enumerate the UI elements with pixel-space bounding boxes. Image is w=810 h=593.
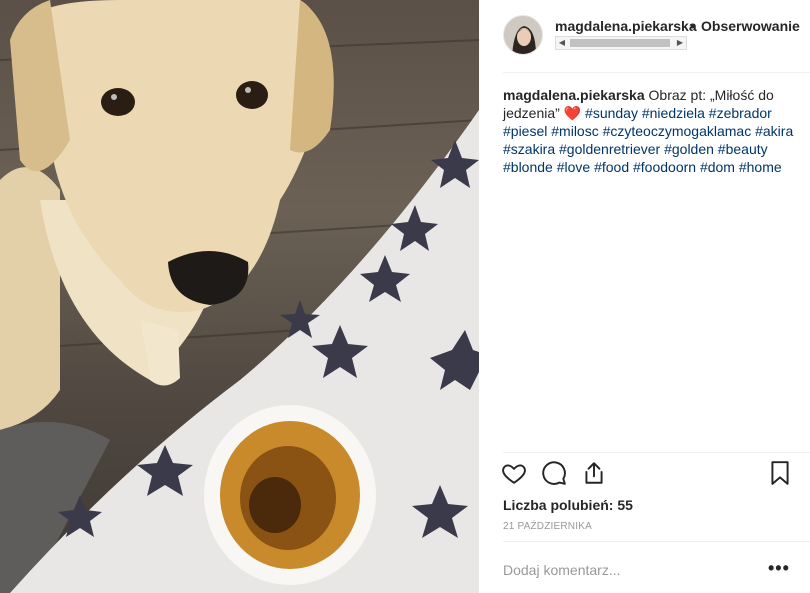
post-caption: magdalena.piekarska Obraz pt: „Miłość do… [503,86,803,176]
share-icon [585,462,603,484]
comment-button[interactable] [539,458,569,488]
post-side-panel: magdalena.piekarska • Obserwowanie ◀ ▶ m… [479,0,810,593]
avatar-image [504,16,542,54]
bookmark-icon [771,461,789,485]
more-options-button[interactable]: ••• [768,558,790,579]
comment-input[interactable] [503,560,743,580]
header-separator: • [690,18,695,34]
follow-button[interactable]: Obserwowanie [701,18,800,34]
username-link[interactable]: magdalena.piekarska [555,18,697,34]
save-button[interactable] [765,458,795,488]
speech-bubble-icon [542,461,566,485]
scroll-left-arrow-icon[interactable]: ◀ [556,37,568,49]
like-button[interactable] [499,458,529,488]
avatar[interactable] [503,15,543,55]
action-bar [479,458,810,492]
scrollbar-thumb[interactable] [570,39,670,47]
share-button[interactable] [579,458,609,488]
caption-username-link[interactable]: magdalena.piekarska [503,87,645,103]
actions-divider [503,452,810,453]
heart-icon [502,464,526,484]
horizontal-scrollbar[interactable]: ◀ ▶ [555,36,687,50]
post-date[interactable]: 21 października [503,521,592,532]
post-photo[interactable] [0,0,479,593]
photo-illustration [0,0,479,593]
post-header: magdalena.piekarska • Obserwowanie ◀ ▶ [479,0,810,72]
comment-divider [503,541,810,542]
likes-count[interactable]: Liczba polubień: 55 [503,497,633,513]
scroll-right-arrow-icon[interactable]: ▶ [674,37,686,49]
header-divider [503,72,810,73]
